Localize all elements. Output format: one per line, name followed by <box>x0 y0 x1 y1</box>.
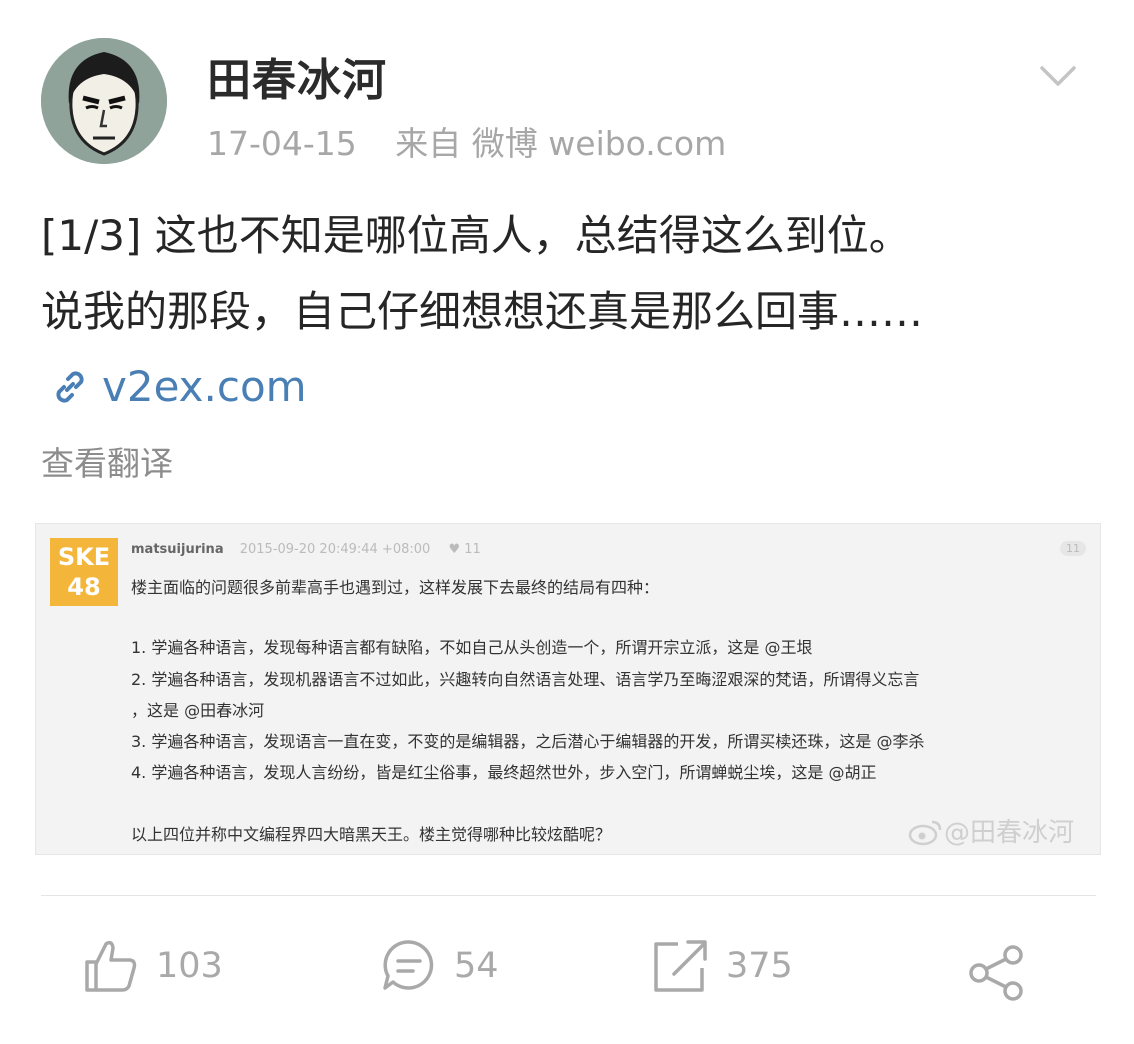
thumbs-up-icon <box>85 940 137 992</box>
comment-count: 54 <box>454 946 499 986</box>
repost-icon <box>654 940 707 992</box>
weibo-watermark: @田春冰河 <box>908 812 1074 849</box>
reply-header: matsuijurina 2015-09-20 20:49:44 +08:00 … <box>131 542 481 557</box>
post-meta: 17-04-15 来自 微博 weibo.com <box>207 117 726 165</box>
translate-button[interactable]: 查看翻译 <box>41 437 173 485</box>
divider <box>41 895 1096 896</box>
like-count: 103 <box>156 946 223 986</box>
post-text: [1/3] 这也不知是哪位高人，总结得这么到位。 说我的那段，自己仔细想想还真是… <box>41 198 1101 350</box>
reply-line: 以上四位并称中文编程界四大暗黑天王。楼主觉得哪种比较炫酷呢？ <box>131 825 612 844</box>
link-icon <box>56 370 84 403</box>
avatar-face-icon <box>41 38 167 164</box>
post-image[interactable]: SKE 48 matsuijurina 2015-09-20 20:49:44 … <box>35 523 1101 855</box>
post-date: 17-04-15 <box>207 124 357 163</box>
like-button[interactable]: 103 <box>82 936 223 996</box>
reply-username: matsuijurina <box>131 542 224 557</box>
watermark-text: @田春冰河 <box>944 818 1075 848</box>
logo-text: 48 <box>67 573 101 601</box>
comment-button[interactable]: 54 <box>380 936 499 996</box>
link-text[interactable]: v2ex.com <box>102 362 307 411</box>
post-text-line: 说我的那段，自己仔细想想还真是那么回事…… <box>41 287 924 336</box>
reply-timestamp: 2015-09-20 20:49:44 +08:00 <box>239 542 431 557</box>
author-name[interactable]: 田春冰河 <box>207 44 387 108</box>
reply-floor-badge: 11 <box>1060 541 1086 556</box>
post-text-line: [1/3] 这也不知是哪位高人，总结得这么到位。 <box>41 211 911 260</box>
share-icon[interactable] <box>966 943 1026 1003</box>
post-link[interactable]: v2ex.com <box>48 362 307 411</box>
reply-line: 楼主面临的问题很多前辈高手也遇到过，这样发展下去最终的结局有四种： <box>131 578 660 597</box>
reply-line: 3. 学遍各种语言，发现语言一直在变，不变的是编辑器，之后潜心于编辑器的开发，所… <box>131 732 925 751</box>
repost-count: 375 <box>726 946 793 986</box>
reply-line: 2. 学遍各种语言，发现机器语言不过如此，兴趣转向自然语言处理、语言学乃至晦涩艰… <box>131 670 920 689</box>
logo-text: SKE <box>57 543 111 571</box>
reply-line: 1. 学遍各种语言，发现每种语言都有缺陷，不如自己从头创造一个，所谓开宗立派，这… <box>131 638 813 657</box>
avatar[interactable] <box>41 38 167 164</box>
comment-icon <box>383 940 434 990</box>
reply-likes: ♥ 11 <box>448 542 481 557</box>
weibo-logo-icon <box>908 820 942 845</box>
reply-line: 4. 学遍各种语言，发现人言纷纷，皆是红尘俗事，最终超然世外，步入空门，所谓蝉蜕… <box>131 763 877 782</box>
chevron-down-icon[interactable] <box>1038 62 1078 90</box>
post-source: 来自 微博 weibo.com <box>395 124 727 163</box>
ske48-logo: SKE 48 <box>50 538 118 606</box>
reply-line: ，这是 @田春冰河 <box>131 701 265 720</box>
repost-button[interactable]: 375 <box>652 936 793 996</box>
